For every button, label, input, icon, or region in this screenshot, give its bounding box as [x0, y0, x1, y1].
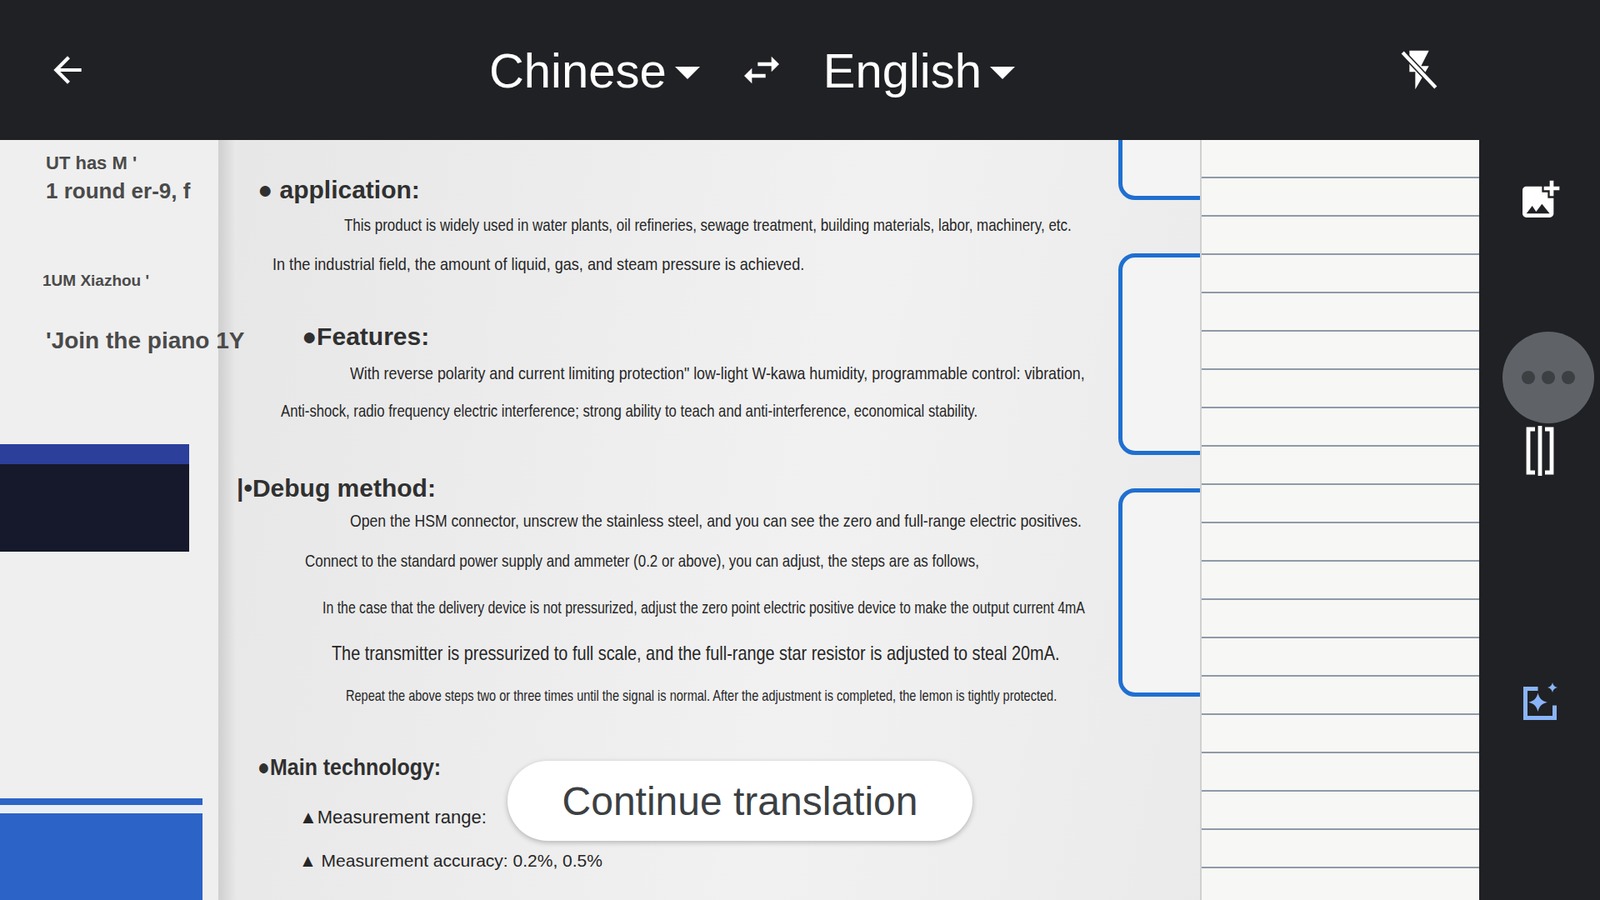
- translated-line: In the case that the delivery device is …: [322, 597, 1085, 618]
- translated-line: 1 round er-9, f: [45, 178, 190, 205]
- back-button[interactable]: [46, 49, 89, 91]
- swap-arrows-icon: [738, 46, 785, 94]
- translated-line: Repeat the above steps two or three time…: [345, 686, 1057, 706]
- display-band: [0, 444, 190, 465]
- add-photo-icon: [1516, 176, 1564, 224]
- source-language: Chinese: [489, 42, 667, 99]
- paper-fold: [218, 140, 237, 900]
- more-dot-icon: [1541, 370, 1555, 385]
- translated-line: ▲Measurement range:: [299, 806, 487, 829]
- translated-line: ●Main technology:: [257, 753, 441, 782]
- translated-line: Connect to the standard power supply and…: [305, 550, 980, 571]
- translated-line: Anti-shock, radio frequency electric int…: [280, 400, 978, 421]
- display-panel: [0, 444, 190, 552]
- back-arrow-icon: [46, 49, 89, 91]
- translate-camera-screen: Chinese English UT has M ' 1 round er-9, …: [0, 0, 1600, 900]
- translated-line: With reverse polarity and current limiti…: [350, 362, 1085, 384]
- translated-line: |•Debug method:: [236, 473, 436, 504]
- blue-strip: [0, 798, 203, 900]
- top-bar: Chinese English: [0, 0, 1480, 140]
- main-column: Chinese English UT has M ' 1 round er-9, …: [0, 0, 1480, 900]
- more-button[interactable]: [1502, 331, 1595, 424]
- source-language-dropdown[interactable]: Chinese: [489, 42, 700, 99]
- more-dot-icon: [1521, 370, 1535, 385]
- translated-line: This product is widely used in water pla…: [344, 214, 1072, 235]
- translated-line: UT has M ': [45, 152, 137, 175]
- split-view-icon: [1525, 425, 1555, 476]
- translated-line: ● application:: [257, 175, 420, 205]
- sparkle-icon: [1515, 678, 1565, 729]
- dropdown-caret-icon: [990, 66, 1015, 80]
- dropdown-caret-icon: [675, 66, 700, 80]
- translated-line: In the industrial field, the amount of l…: [272, 253, 805, 275]
- translated-line: 1UM Xiazhou ': [42, 271, 150, 291]
- translated-line: ▲ Measurement accuracy: 0.2%, 0.5%: [299, 850, 603, 871]
- notepad: [1200, 140, 1480, 900]
- more-dot-icon: [1561, 370, 1575, 385]
- flash-button[interactable]: [1395, 46, 1443, 94]
- translated-line: 'Join the piano 1Y: [45, 326, 245, 355]
- target-language-dropdown[interactable]: English: [823, 42, 1015, 99]
- language-picker: Chinese English: [489, 42, 1015, 99]
- translated-line: The transmitter is pressurized to full s…: [331, 641, 1060, 666]
- flash-off-icon: [1395, 46, 1443, 94]
- camera-view: UT has M ' 1 round er-9, f ● application: T…: [0, 140, 1480, 900]
- side-rail: [1479, 0, 1600, 900]
- ai-assist-button[interactable]: [1513, 676, 1567, 730]
- swap-languages-button[interactable]: [738, 46, 785, 94]
- target-language: English: [823, 42, 982, 99]
- translated-line: ●Features:: [301, 321, 430, 352]
- translated-line: Open the HSM connector, unscrew the stai…: [350, 510, 1082, 531]
- continue-translation-button[interactable]: Continue translation: [507, 760, 973, 841]
- compare-button[interactable]: [1523, 425, 1557, 477]
- import-image-button[interactable]: [1515, 175, 1565, 225]
